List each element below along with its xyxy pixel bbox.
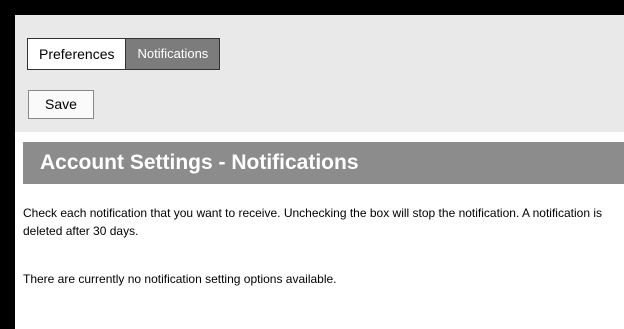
empty-state-message: There are currently no notification sett…: [23, 272, 337, 286]
page-title: Account Settings - Notifications: [23, 142, 624, 184]
settings-toolbar: Preferences Notifications Save: [15, 15, 624, 132]
tab-preferences[interactable]: Preferences: [28, 39, 127, 69]
window-frame-top: [0, 0, 624, 15]
save-button[interactable]: Save: [28, 90, 94, 119]
notification-description: Check each notification that you want to…: [23, 206, 602, 238]
tab-notifications[interactable]: Notifications: [126, 39, 220, 69]
window-frame-left: [0, 0, 15, 329]
settings-tabs: Preferences Notifications: [27, 38, 221, 70]
